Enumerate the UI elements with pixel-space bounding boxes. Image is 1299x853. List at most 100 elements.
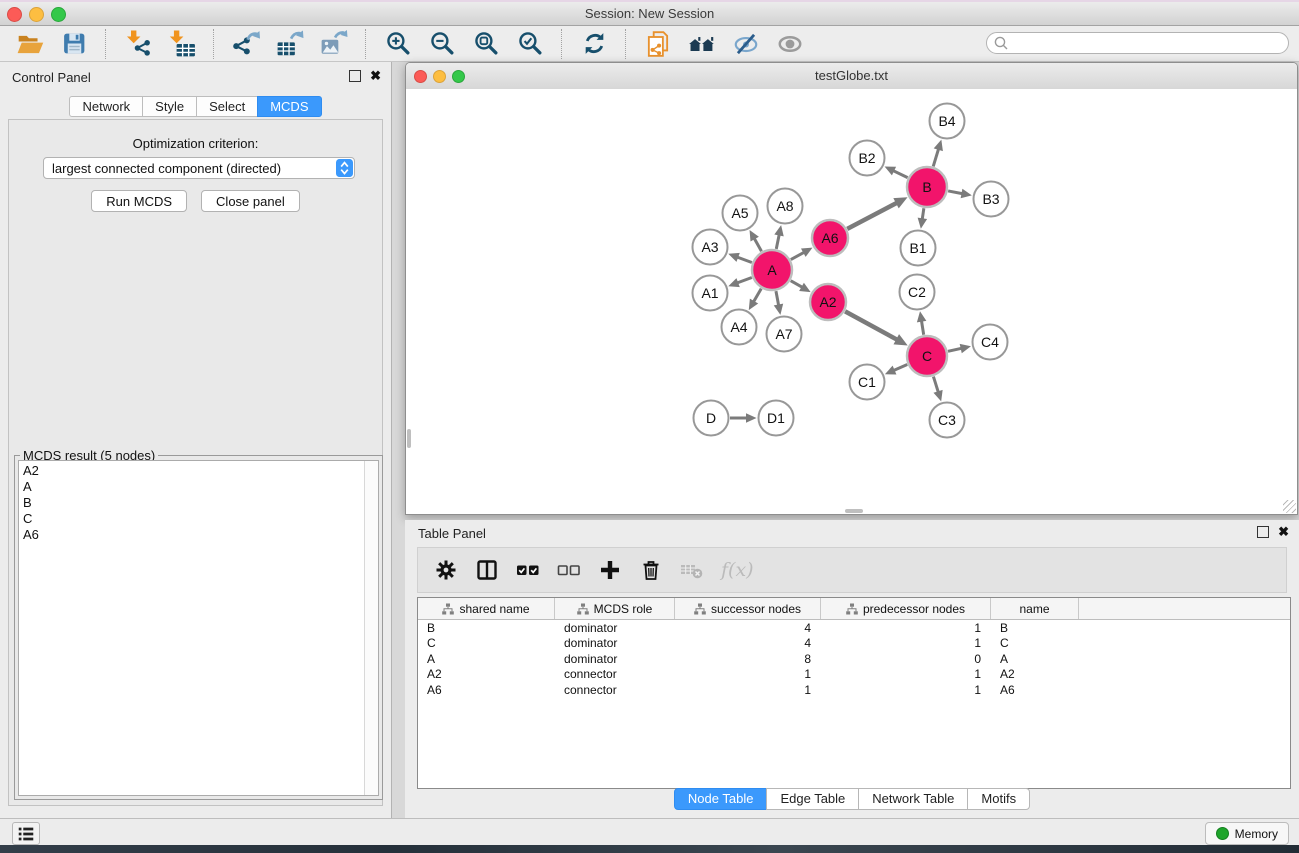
new-network-from-selection-icon xyxy=(644,30,672,58)
toolbar-separator xyxy=(365,29,367,59)
vertical-scrollbar-thumb[interactable] xyxy=(407,429,411,448)
save-session-button[interactable] xyxy=(57,28,91,60)
mcds-result-list[interactable]: A2ABCA6 xyxy=(18,460,379,796)
column-header-empty xyxy=(1079,598,1290,619)
mcds-result-groupbox: MCDS result (5 nodes) A2ABCA6 xyxy=(14,455,383,800)
edge-A-A3[interactable] xyxy=(736,257,752,263)
mcds-result-item[interactable]: A xyxy=(19,479,378,495)
table-cell: 1 xyxy=(675,683,821,697)
zoom-in-button[interactable] xyxy=(381,28,415,60)
column-header-shared-name[interactable]: shared name xyxy=(418,598,555,619)
control-tab-mcds[interactable]: MCDS xyxy=(257,96,321,117)
zoom-out-button[interactable] xyxy=(425,28,459,60)
node-label-B: B xyxy=(922,179,931,195)
table-row[interactable]: Adominator80A xyxy=(418,651,1290,667)
control-tab-select[interactable]: Select xyxy=(196,96,258,117)
deselect-all-button[interactable] xyxy=(557,558,581,582)
close-table-panel-icon[interactable]: ✖ xyxy=(1278,527,1289,537)
open-file-button[interactable] xyxy=(13,28,47,60)
control-tab-style[interactable]: Style xyxy=(142,96,197,117)
float-table-panel-icon[interactable] xyxy=(1257,526,1269,538)
mcds-result-item[interactable]: A6 xyxy=(19,527,378,543)
control-panel-window-icons: ✖ xyxy=(349,70,381,82)
add-column-button[interactable] xyxy=(598,558,622,582)
table-cell: 1 xyxy=(821,621,991,635)
optimization-criterion-select[interactable]: largest connected component (directed) xyxy=(43,157,355,179)
resize-grip-icon[interactable] xyxy=(1283,500,1296,513)
show-columns-button[interactable] xyxy=(475,558,499,582)
edge-A2-C[interactable] xyxy=(845,311,898,340)
edge-C-C4[interactable] xyxy=(948,348,963,351)
import-table-button[interactable] xyxy=(165,28,199,60)
column-header-MCDS-role[interactable]: MCDS role xyxy=(555,598,675,619)
edge-A-A2[interactable] xyxy=(791,281,804,288)
export-table-button[interactable] xyxy=(273,28,307,60)
edge-C-C2[interactable] xyxy=(921,320,923,335)
edge-A-A4[interactable] xyxy=(753,289,761,303)
export-network-button[interactable] xyxy=(229,28,263,60)
mcds-result-item[interactable]: C xyxy=(19,511,378,527)
delete-columns-button[interactable] xyxy=(639,558,663,582)
first-neighbors-button[interactable] xyxy=(685,28,719,60)
table-cell: dominator xyxy=(555,621,675,635)
show-all-icon xyxy=(776,30,804,58)
table-cell: 1 xyxy=(675,667,821,681)
task-history-button[interactable] xyxy=(12,822,40,845)
tab-network-table[interactable]: Network Table xyxy=(858,788,968,810)
network-window-titlebar[interactable]: testGlobe.txt xyxy=(406,63,1297,90)
edge-A6-B[interactable] xyxy=(847,202,898,229)
column-header-name[interactable]: name xyxy=(991,598,1079,619)
column-header-predecessor-nodes[interactable]: predecessor nodes xyxy=(821,598,991,619)
edge-A-A6[interactable] xyxy=(791,252,805,260)
hide-selected-button[interactable] xyxy=(729,28,763,60)
tab-motifs[interactable]: Motifs xyxy=(967,788,1030,810)
horizontal-scrollbar-thumb[interactable] xyxy=(845,509,863,513)
mcds-result-item[interactable]: B xyxy=(19,495,378,511)
table-cell: 4 xyxy=(675,621,821,635)
mcds-result-item[interactable]: A2 xyxy=(19,463,378,479)
edge-A-A1[interactable] xyxy=(736,277,752,283)
table-cell: dominator xyxy=(555,652,675,666)
float-panel-icon[interactable] xyxy=(349,70,361,82)
table-body: Bdominator41BCdominator41CAdominator80AA… xyxy=(418,620,1290,698)
control-panel-tabs: NetworkStyleSelectMCDS xyxy=(0,96,391,117)
edge-C-C3[interactable] xyxy=(933,377,938,394)
network-canvas[interactable]: B4B2BB3A5A8A6B1A3AA1C2A2A4A7C4CC1C3DD1 xyxy=(406,89,1297,514)
column-header-successor-nodes[interactable]: successor nodes xyxy=(675,598,821,619)
import-network-button[interactable] xyxy=(121,28,155,60)
new-network-from-selection-button[interactable] xyxy=(641,28,675,60)
table-settings-gear-button[interactable] xyxy=(434,558,458,582)
main-titlebar: Session: New Session xyxy=(0,2,1299,26)
control-tab-network[interactable]: Network xyxy=(69,96,143,117)
close-panel-icon[interactable]: ✖ xyxy=(370,71,381,81)
search-box[interactable] xyxy=(986,32,1289,54)
tab-edge-table[interactable]: Edge Table xyxy=(766,788,859,810)
edge-C-C1[interactable] xyxy=(893,365,908,371)
memory-label: Memory xyxy=(1235,827,1278,841)
edge-A-A5[interactable] xyxy=(754,237,762,251)
table-row[interactable]: Cdominator41C xyxy=(418,636,1290,652)
export-image-button[interactable] xyxy=(317,28,351,60)
edge-B-B4[interactable] xyxy=(933,148,939,167)
tab-node-table[interactable]: Node Table xyxy=(674,788,768,810)
refresh-button[interactable] xyxy=(577,28,611,60)
select-all-button[interactable] xyxy=(516,558,540,582)
search-icon xyxy=(993,35,1009,51)
close-panel-button[interactable]: Close panel xyxy=(201,190,300,212)
table-row[interactable]: A6connector11A6 xyxy=(418,682,1290,698)
node-label-A4: A4 xyxy=(730,319,747,335)
table-row[interactable]: A2connector11A2 xyxy=(418,667,1290,683)
zoom-fit-button[interactable] xyxy=(469,28,503,60)
table-row[interactable]: Bdominator41B xyxy=(418,620,1290,636)
edge-B-B3[interactable] xyxy=(948,191,963,194)
toolbar-separator xyxy=(213,29,215,59)
edge-A-A7[interactable] xyxy=(776,291,779,306)
zoom-selected-button[interactable] xyxy=(513,28,547,60)
search-input[interactable] xyxy=(1009,35,1288,51)
edge-A-A8[interactable] xyxy=(776,233,779,248)
attribute-type-icon xyxy=(694,603,706,615)
memory-button[interactable]: Memory xyxy=(1205,822,1289,845)
run-mcds-button[interactable]: Run MCDS xyxy=(91,190,187,212)
result-list-scrollbar[interactable] xyxy=(364,461,378,795)
edge-B-B2[interactable] xyxy=(892,170,907,177)
